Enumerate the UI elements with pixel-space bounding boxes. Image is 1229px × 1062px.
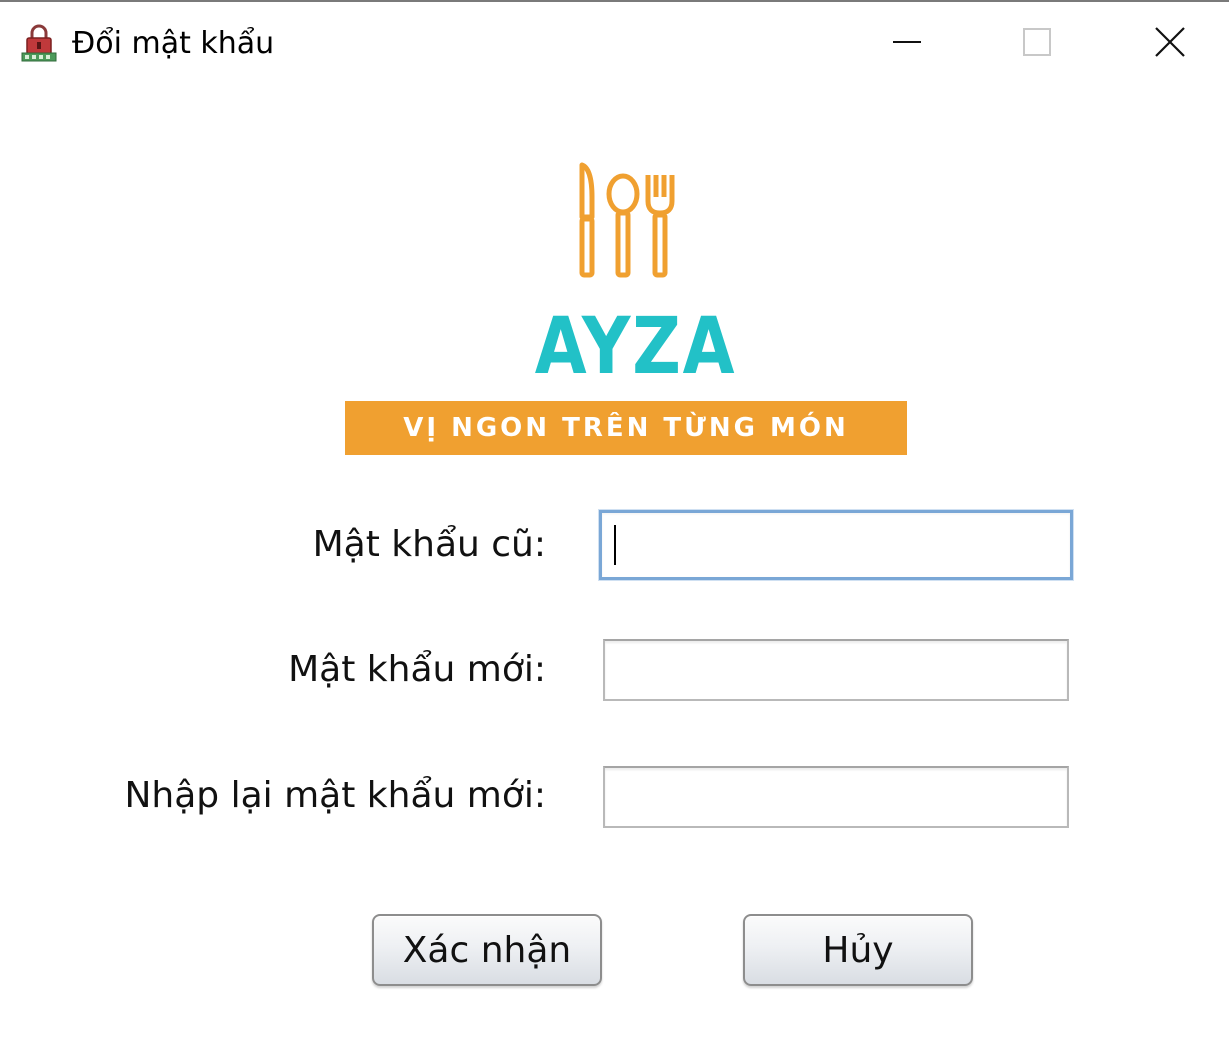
maximize-button[interactable]	[1007, 16, 1067, 72]
tagline-banner: VỊ NGON TRÊN TỪNG MÓN	[345, 401, 907, 455]
minimize-button[interactable]	[877, 16, 937, 72]
confirm-password-input[interactable]	[603, 766, 1069, 828]
maximize-icon	[1022, 27, 1052, 61]
minimize-icon	[892, 27, 922, 61]
confirm-password-label: Nhập lại mật khẩu mới:	[124, 775, 546, 816]
new-password-label: Mật khẩu mới:	[288, 649, 546, 690]
confirm-button[interactable]: Xác nhận	[372, 914, 602, 986]
lock-icon	[20, 24, 58, 64]
brand-name: AYZA	[534, 302, 737, 392]
change-password-dialog: Đổi mật khẩu AYZA VỊ NGON TRÊN TỪNG MÓN …	[0, 0, 1229, 1062]
window-title: Đổi mật khẩu	[72, 26, 275, 61]
cutlery-icon	[570, 157, 682, 282]
text-caret	[614, 525, 616, 565]
old-password-input[interactable]	[599, 510, 1073, 580]
title-bar[interactable]: Đổi mật khẩu	[0, 2, 1229, 86]
cancel-button[interactable]: Hủy	[743, 914, 973, 986]
tagline-text: VỊ NGON TRÊN TỪNG MÓN	[403, 413, 849, 443]
old-password-label: Mật khẩu cũ:	[312, 524, 546, 565]
close-icon	[1154, 26, 1186, 62]
new-password-input[interactable]	[603, 639, 1069, 701]
close-button[interactable]	[1140, 16, 1200, 72]
